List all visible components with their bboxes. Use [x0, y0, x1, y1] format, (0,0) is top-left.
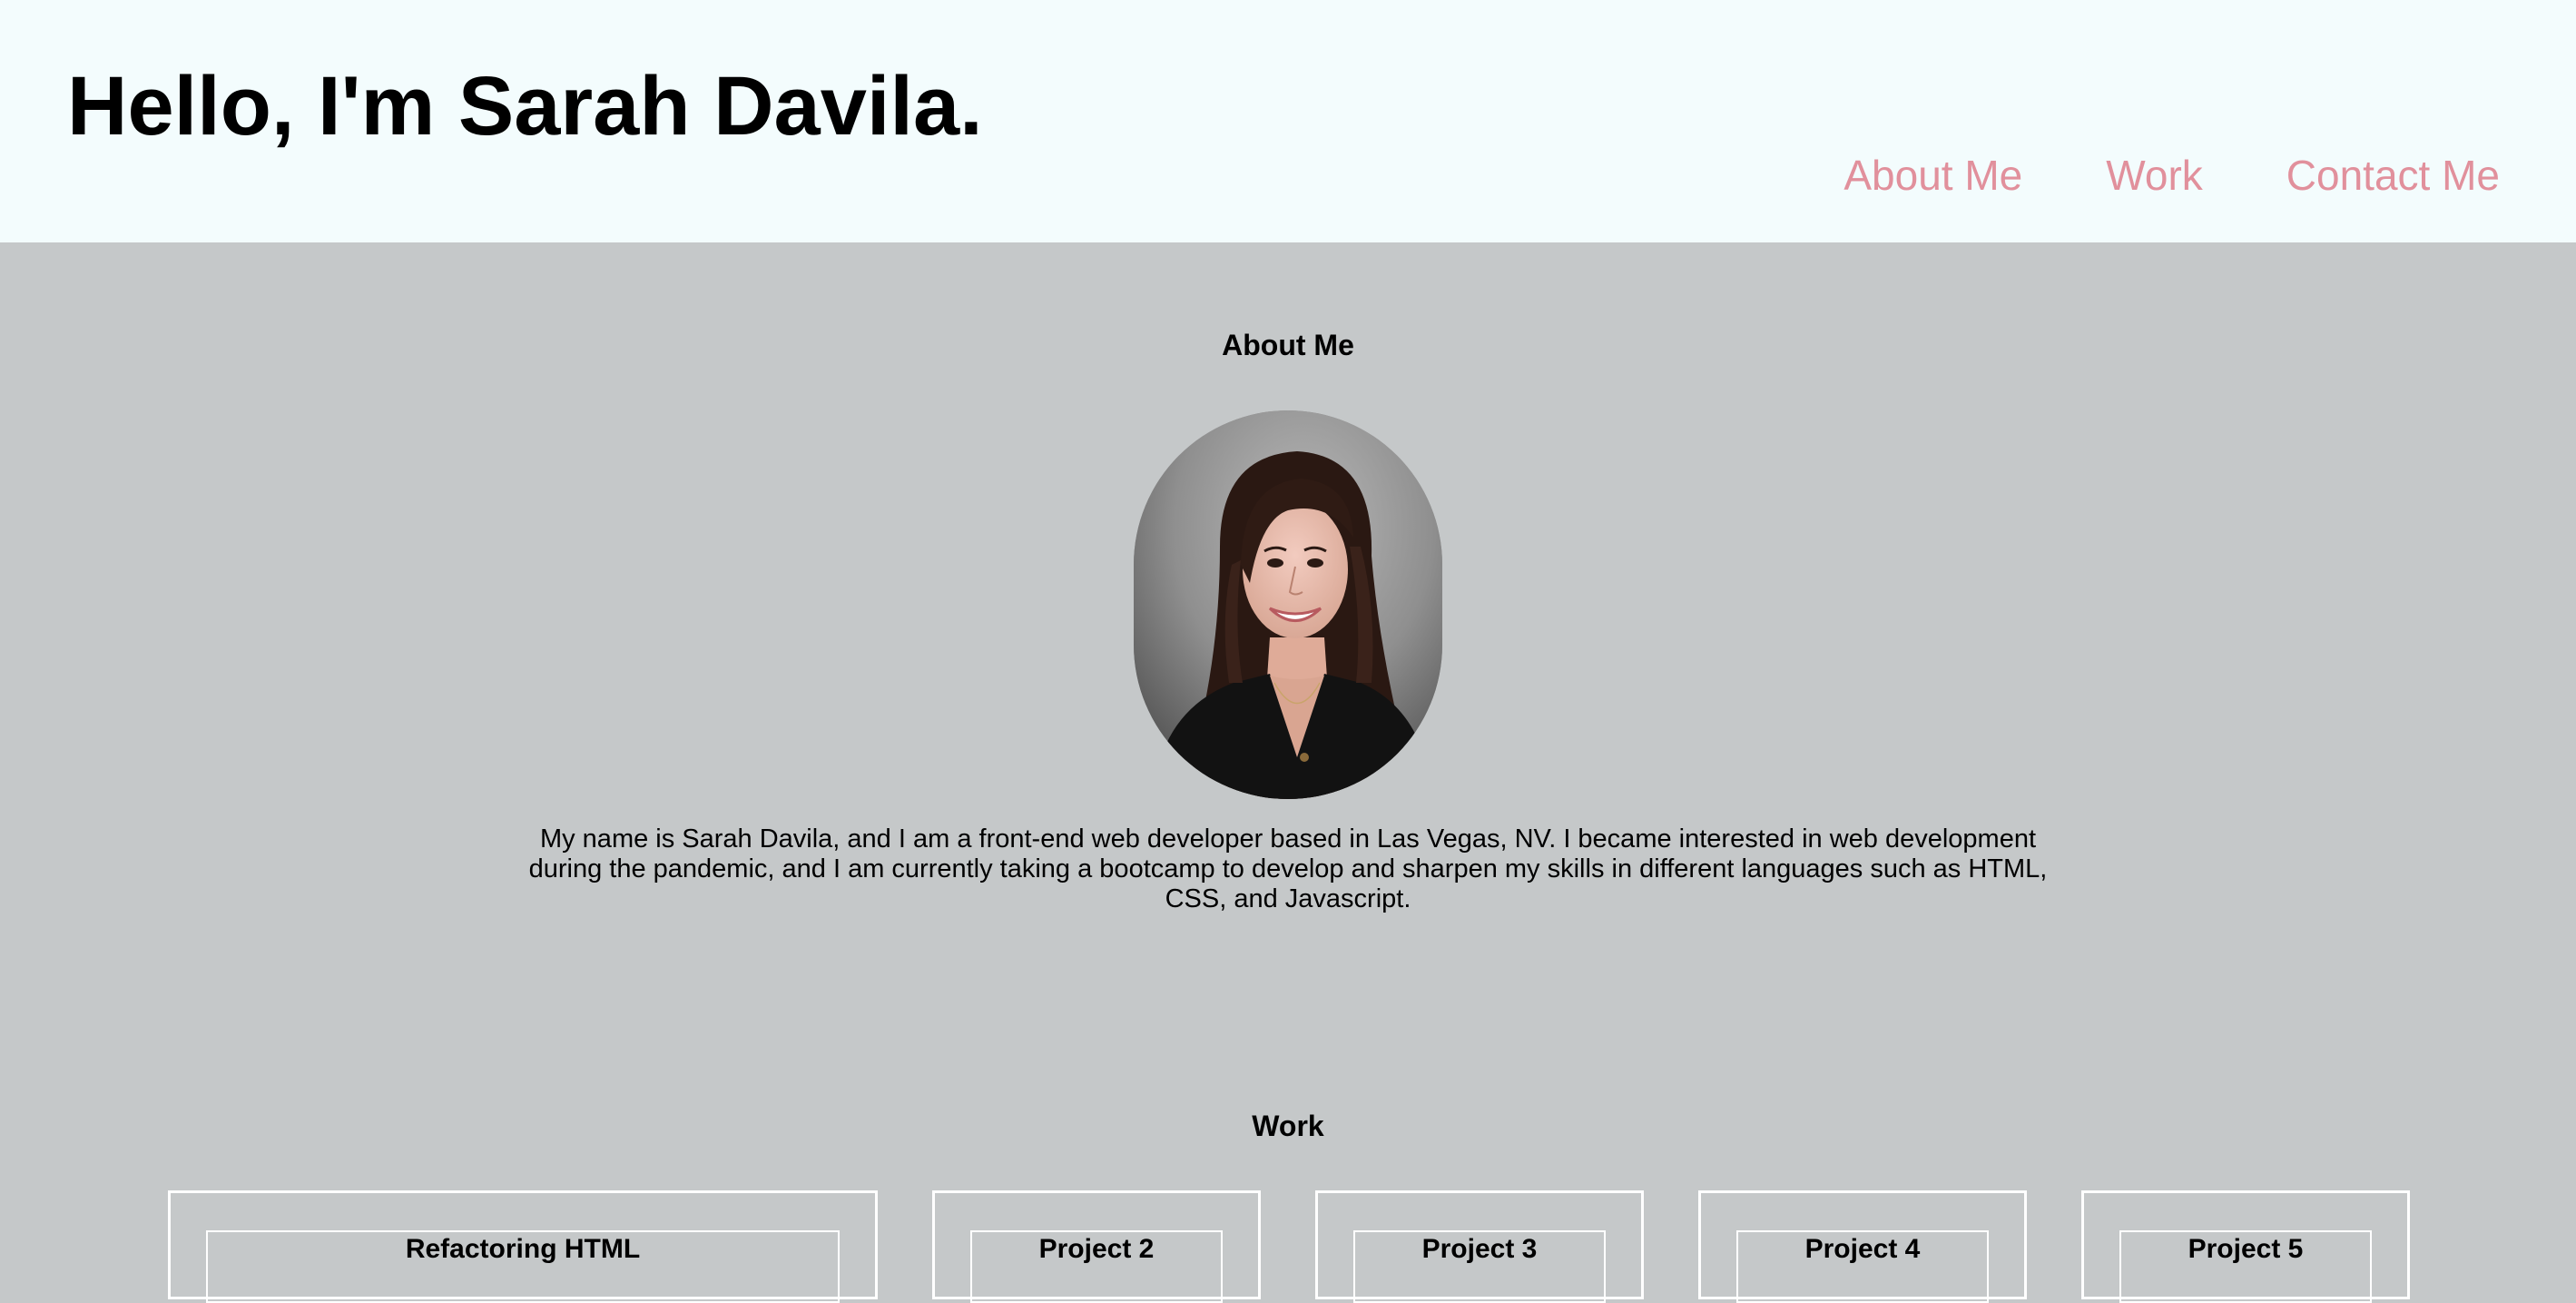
project-card-inner: Project 5 [2119, 1230, 2372, 1303]
nav-link-about-me[interactable]: About Me [1844, 138, 2022, 212]
project-title: Project 2 [1038, 1234, 1155, 1264]
about-bio: My name is Sarah Davila, and I am a fron… [528, 824, 2048, 913]
project-card-inner: Project 2 [970, 1230, 1223, 1303]
project-card-1[interactable]: Refactoring HTML [168, 1190, 878, 1303]
project-card-inner: Project 3 [1353, 1230, 1606, 1303]
portrait-illustration [1134, 410, 1442, 799]
nav-link-work[interactable]: Work [2106, 138, 2203, 212]
nav-link-contact-me[interactable]: Contact Me [2286, 138, 2500, 212]
about-heading: About Me [1222, 329, 1354, 361]
profile-photo [1134, 410, 1442, 799]
project-card-3[interactable]: Project 3 [1315, 1190, 1644, 1303]
site-title: Hello, I'm Sarah Davila. [67, 60, 983, 153]
project-card-2[interactable]: Project 2 [932, 1190, 1261, 1303]
project-card-4[interactable]: Project 4 [1698, 1190, 2027, 1303]
project-card-5[interactable]: Project 5 [2081, 1190, 2410, 1303]
project-title: Project 3 [1421, 1234, 1538, 1264]
main-nav: About Me Work Contact Me [1844, 138, 2500, 212]
project-card-inner: Project 4 [1736, 1230, 1989, 1303]
project-title: Refactoring HTML [405, 1234, 641, 1264]
project-card-inner: Refactoring HTML [206, 1230, 840, 1303]
project-title: Project 4 [1804, 1234, 1921, 1264]
project-title: Project 5 [2188, 1234, 2304, 1264]
site-header: Hello, I'm Sarah Davila. About Me Work C… [0, 0, 2576, 242]
work-heading: Work [1252, 1110, 1324, 1142]
